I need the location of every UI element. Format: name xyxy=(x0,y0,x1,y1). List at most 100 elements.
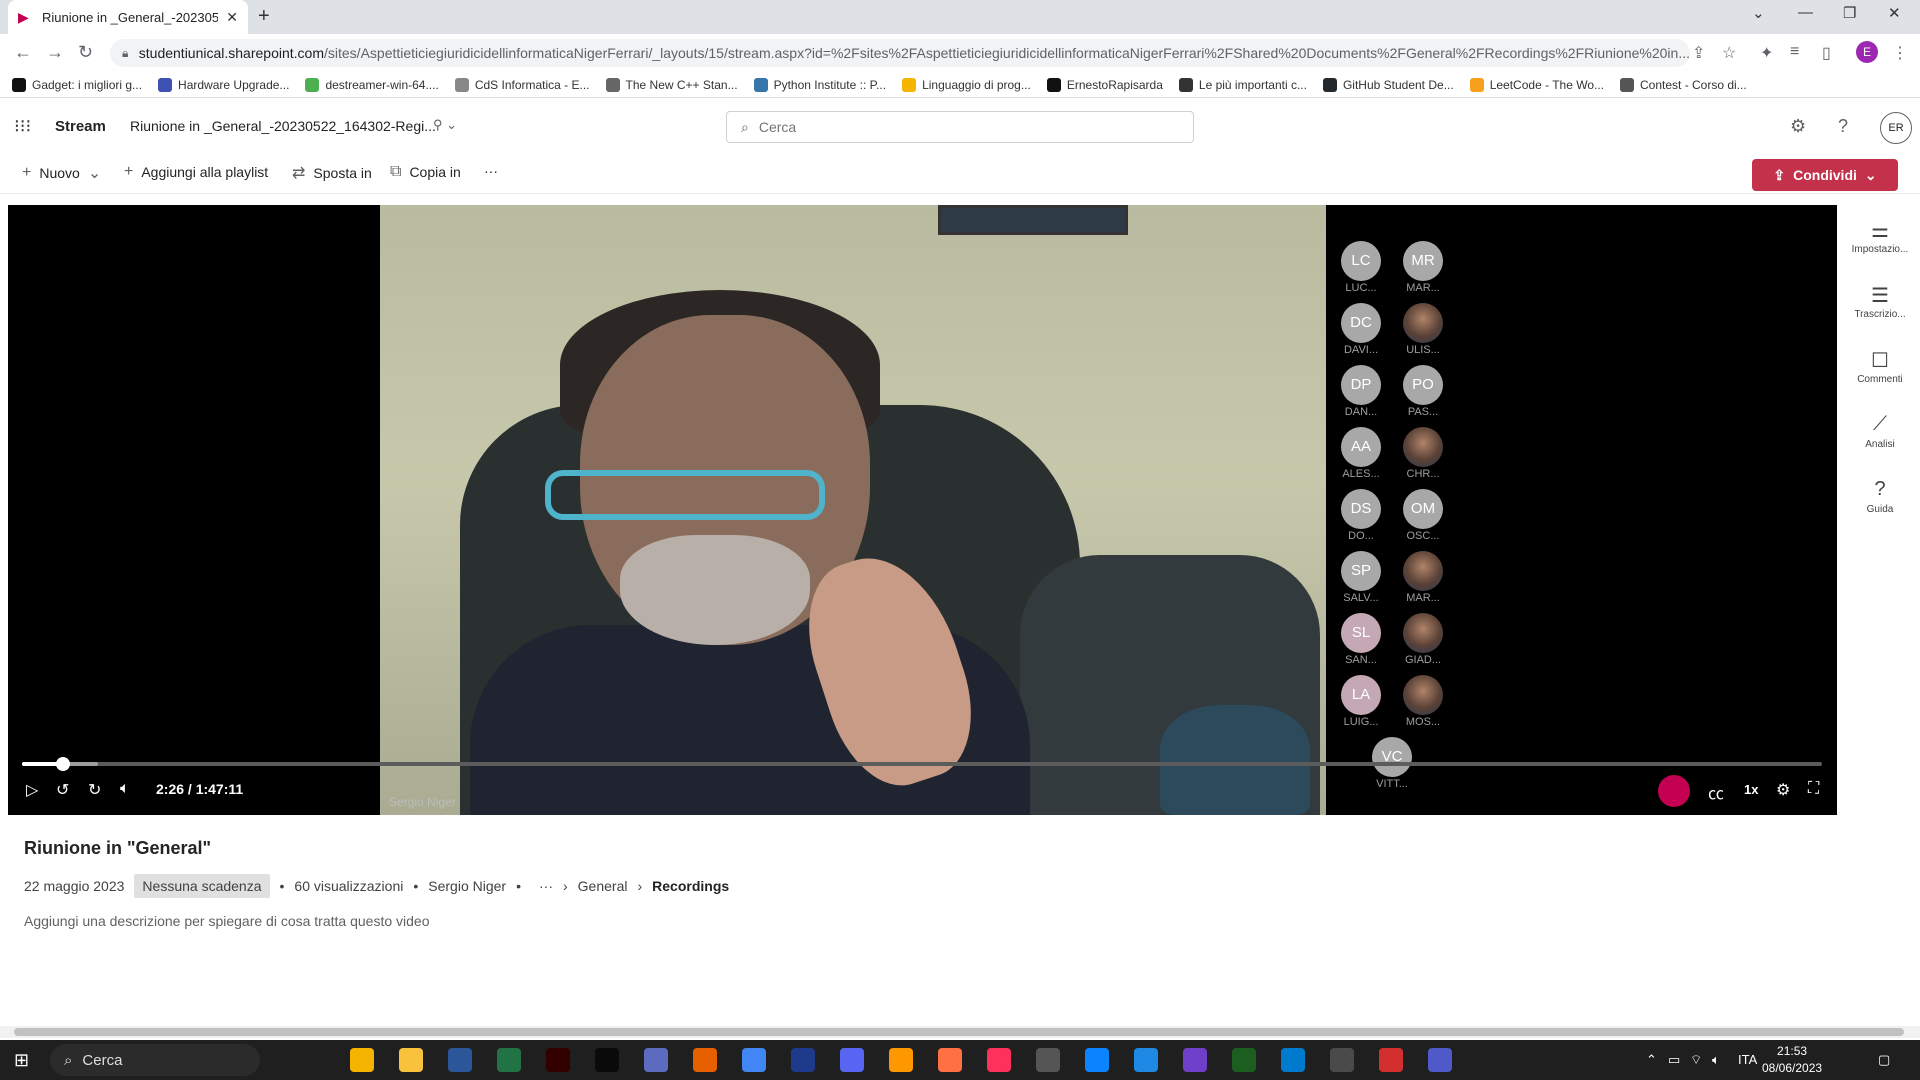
system-clock[interactable]: 21:53 08/06/2023 xyxy=(1762,1043,1822,1077)
captions-icon[interactable]: ㏄ xyxy=(1708,780,1724,804)
breadcrumb-recordings[interactable]: Recordings xyxy=(652,878,729,894)
seek-bar[interactable] xyxy=(22,757,1822,771)
video-title[interactable]: Riunione in "General" xyxy=(24,838,211,859)
player-settings-icon[interactable]: ⚙ xyxy=(1776,780,1790,800)
media-icon[interactable]: ≡ xyxy=(1790,43,1799,61)
rail-item[interactable]: ⚌ Impostazio... xyxy=(1850,218,1910,255)
calculator-icon[interactable] xyxy=(1330,1048,1354,1072)
word-icon[interactable] xyxy=(448,1048,472,1072)
network-icon[interactable]: ⌔ xyxy=(1690,1052,1702,1068)
app-icon[interactable] xyxy=(1036,1048,1060,1072)
rail-item[interactable]: ? Guida xyxy=(1850,478,1910,515)
seek-handle[interactable] xyxy=(56,757,70,771)
search-input[interactable] xyxy=(758,119,1159,135)
document-info-chevron-icon[interactable]: ⚲ ⌄ xyxy=(433,117,457,133)
browser-tab[interactable]: ▶ Riunione in _General_-20230522_ ✕ xyxy=(8,0,248,34)
bookmark-item[interactable]: The New C++ Stan... xyxy=(605,77,738,92)
app-icon[interactable] xyxy=(644,1048,668,1072)
record-indicator[interactable] xyxy=(1658,775,1690,807)
bookmark-item[interactable]: GitHub Student De... xyxy=(1322,77,1454,92)
minimize-icon[interactable]: — xyxy=(1798,4,1813,21)
github-icon[interactable] xyxy=(1183,1048,1207,1072)
skip-back-10-icon[interactable]: ↺ xyxy=(56,780,69,800)
notifications-icon[interactable]: ▢ xyxy=(1878,1052,1890,1068)
reload-icon[interactable]: ↻ xyxy=(78,42,93,63)
app-launcher-icon[interactable]: ⁝⁝⁝ xyxy=(14,116,31,137)
share-page-icon[interactable]: ⇪ xyxy=(1692,43,1705,63)
language-indicator[interactable]: ITA xyxy=(1738,1052,1757,1067)
bookmark-item[interactable]: ErnestoRapisarda xyxy=(1046,77,1163,92)
volume-icon[interactable]: 🔈︎ xyxy=(120,780,130,798)
app-icon[interactable] xyxy=(938,1048,962,1072)
firefox-icon[interactable] xyxy=(693,1048,717,1072)
new-tab-icon[interactable]: + xyxy=(258,5,270,28)
display-icon[interactable]: ▭ xyxy=(1668,1052,1680,1068)
excel-icon[interactable] xyxy=(497,1048,521,1072)
user-avatar[interactable]: ER xyxy=(1880,112,1912,144)
teams-icon[interactable] xyxy=(1428,1048,1452,1072)
bookmark-item[interactable]: destreamer-win-64.... xyxy=(305,77,439,92)
illustrator-icon[interactable] xyxy=(546,1048,570,1072)
app-icon[interactable] xyxy=(889,1048,913,1072)
share-button[interactable]: ⇪ Condividi ⌄ xyxy=(1752,159,1898,191)
video-player[interactable]: Sergio Niger LC LUC... MR MAR... DC DAVI... UL… xyxy=(8,205,1837,815)
bookmark-item[interactable]: Hardware Upgrade... xyxy=(158,77,289,92)
windows-start-icon[interactable]: ⊞ xyxy=(14,1050,29,1071)
side-panel-icon[interactable]: ▯ xyxy=(1822,43,1831,63)
scrollbar-thumb[interactable] xyxy=(14,1028,1904,1036)
app-icon[interactable] xyxy=(791,1048,815,1072)
app-name[interactable]: Stream xyxy=(55,118,106,135)
bookmark-item[interactable]: Python Institute :: P... xyxy=(753,77,886,92)
copy-to-button[interactable]: ⧉ Copia in xyxy=(390,163,461,181)
fullscreen-icon[interactable]: ⛶ xyxy=(1808,780,1819,798)
tray-overflow-icon[interactable]: ⌃ xyxy=(1646,1052,1657,1068)
playback-speed[interactable]: 1x xyxy=(1744,782,1758,797)
bookmark-item[interactable]: Contest - Corso di... xyxy=(1620,77,1747,92)
rail-item[interactable]: ☰ Trascrizio... xyxy=(1850,283,1910,320)
close-window-icon[interactable]: ✕ xyxy=(1888,4,1901,22)
browser-menu-icon[interactable]: ⋮ xyxy=(1892,43,1908,63)
restore-icon[interactable]: ❐ xyxy=(1843,4,1856,22)
url-field[interactable]: 🔒︎ studentiunical.sharepoint.com /sites/… xyxy=(110,39,1690,67)
widgets-icon[interactable] xyxy=(350,1048,374,1072)
add-to-playlist-button[interactable]: + Aggiungi alla playlist xyxy=(124,163,268,181)
webstorm-icon[interactable] xyxy=(1085,1048,1109,1072)
search-box[interactable]: ⌕ xyxy=(726,111,1194,143)
skip-forward-10-icon[interactable]: ↻ xyxy=(88,780,101,800)
horizontal-scrollbar[interactable] xyxy=(0,1026,1920,1038)
breadcrumb-more-icon[interactable]: ··· xyxy=(539,878,553,894)
new-button[interactable]: + Nuovo ⌄ xyxy=(22,163,101,183)
bookmark-item[interactable]: Linguaggio di prog... xyxy=(902,77,1031,92)
breadcrumb-general[interactable]: General xyxy=(578,878,628,894)
move-to-button[interactable]: ⇄ Sposta in xyxy=(292,163,372,183)
app-icon[interactable] xyxy=(1232,1048,1256,1072)
tab-search-icon[interactable]: ⌄ xyxy=(1752,4,1765,22)
expiry-chip[interactable]: Nessuna scadenza xyxy=(134,874,270,898)
dev-icon[interactable] xyxy=(595,1048,619,1072)
rail-item[interactable]: ⟋ Analisi xyxy=(1850,413,1910,450)
discord-icon[interactable] xyxy=(840,1048,864,1072)
intellij-icon[interactable] xyxy=(987,1048,1011,1072)
extensions-icon[interactable]: ✦ xyxy=(1760,43,1773,63)
rail-item[interactable]: ☐ Commenti xyxy=(1850,348,1910,385)
bookmark-item[interactable]: Le più importanti c... xyxy=(1178,77,1307,92)
bookmark-star-icon[interactable]: ☆ xyxy=(1722,43,1736,63)
back-icon[interactable]: ← xyxy=(14,42,32,63)
app-icon[interactable] xyxy=(1134,1048,1158,1072)
taskbar-search[interactable]: ⌕ Cerca xyxy=(50,1044,260,1076)
bookmark-item[interactable]: LeetCode - The Wo... xyxy=(1469,77,1604,92)
file-explorer-icon[interactable] xyxy=(399,1048,423,1072)
chrome-icon[interactable] xyxy=(742,1048,766,1072)
speaker-icon[interactable]: 🔈︎ xyxy=(1712,1052,1720,1068)
help-question-icon[interactable]: ? xyxy=(1838,116,1848,137)
forward-icon[interactable]: → xyxy=(46,42,64,63)
close-tab-icon[interactable]: ✕ xyxy=(226,9,238,26)
more-actions-button[interactable]: ··· xyxy=(484,163,498,179)
document-title[interactable]: Riunione in _General_-20230522_164302-Re… xyxy=(130,118,436,134)
bookmark-item[interactable]: Gadget: i migliori g... xyxy=(12,77,142,92)
description-placeholder[interactable]: Aggiungi una descrizione per spiegare di… xyxy=(24,913,429,929)
settings-gear-icon[interactable]: ⚙ xyxy=(1790,116,1806,137)
bookmark-item[interactable]: CdS Informatica - E... xyxy=(454,77,590,92)
video-owner[interactable]: Sergio Niger xyxy=(428,878,506,894)
vscode-icon[interactable] xyxy=(1281,1048,1305,1072)
